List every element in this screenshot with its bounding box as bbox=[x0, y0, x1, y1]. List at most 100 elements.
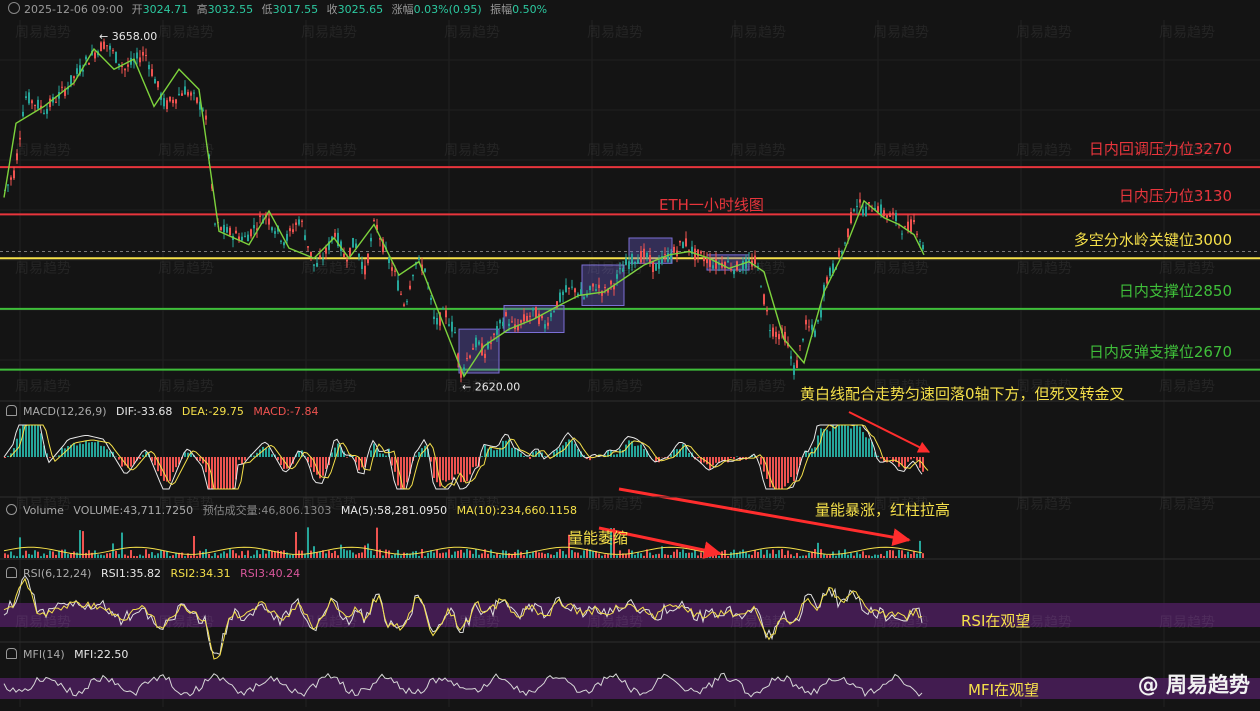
watermark-text: 周易趋势 bbox=[15, 140, 71, 160]
volume-bar bbox=[847, 555, 849, 558]
volume-bar bbox=[109, 553, 111, 558]
volume-bar bbox=[796, 553, 798, 558]
volume-bar bbox=[688, 553, 690, 558]
candle-body bbox=[169, 97, 171, 101]
volume-bar bbox=[601, 556, 603, 558]
candle-body bbox=[289, 228, 291, 231]
macd-histogram-bar bbox=[241, 457, 243, 464]
low-value: 3017.55 bbox=[273, 3, 319, 16]
candle-body bbox=[871, 211, 873, 212]
open-value: 3024.71 bbox=[143, 3, 189, 16]
rsi-header: RSI(6,12,24) RSI1:35.82 RSI2:34.31 RSI3:… bbox=[6, 566, 306, 582]
macd-histogram-bar bbox=[445, 457, 447, 482]
volume-bar bbox=[241, 551, 243, 558]
watermark-text: 周易趋势 bbox=[587, 22, 643, 42]
candle-body bbox=[526, 316, 528, 321]
volume-bar bbox=[121, 533, 123, 558]
volume-bar bbox=[499, 555, 501, 558]
candle-body bbox=[475, 338, 477, 348]
volume-bar bbox=[220, 553, 222, 558]
candle-body bbox=[157, 81, 159, 87]
volume-bar bbox=[145, 549, 147, 558]
candle-body bbox=[250, 229, 252, 236]
candle-body bbox=[853, 209, 855, 211]
volume-panel bbox=[4, 527, 924, 558]
volume-bar bbox=[547, 553, 549, 558]
macd-histogram-bar bbox=[298, 452, 300, 457]
macd-histogram-bar bbox=[784, 457, 786, 486]
volume-bar bbox=[565, 554, 567, 558]
bell-icon[interactable] bbox=[6, 405, 17, 416]
mfi-name: MFI(14) bbox=[23, 648, 65, 661]
candle-body bbox=[496, 326, 498, 335]
volume-bar bbox=[901, 550, 903, 558]
macd-histogram-bar bbox=[100, 446, 102, 457]
volume-bar bbox=[316, 552, 318, 558]
candle-body bbox=[583, 297, 585, 299]
candle-body bbox=[547, 323, 549, 326]
macd-histogram-bar bbox=[334, 448, 336, 457]
candle-body bbox=[412, 275, 414, 276]
candle-body bbox=[451, 322, 453, 332]
eth-hourly-chart[interactable]: ← 3658.00← 2620.00 bbox=[0, 0, 1260, 707]
watermark-text: 周易趋势 bbox=[873, 258, 929, 278]
macd-histogram-bar bbox=[880, 457, 882, 459]
macd-histogram-bar bbox=[781, 457, 783, 489]
volume-bar bbox=[643, 556, 645, 558]
volume-bar bbox=[274, 552, 276, 558]
volume-bar bbox=[229, 549, 231, 558]
candle-body bbox=[433, 317, 435, 319]
macd-histogram-bar bbox=[223, 457, 225, 489]
volume-bar bbox=[604, 554, 606, 558]
volume-bar bbox=[874, 555, 876, 558]
volume-bar bbox=[691, 553, 693, 558]
macd-histogram-bar bbox=[442, 457, 444, 480]
candle-body bbox=[352, 238, 354, 248]
macd-histogram-bar bbox=[118, 457, 120, 460]
volume-bar bbox=[514, 552, 516, 558]
volume-bar bbox=[814, 549, 816, 558]
candle-body bbox=[703, 258, 705, 261]
candle-body bbox=[88, 63, 90, 65]
candle-body bbox=[820, 310, 822, 317]
volume-bar bbox=[37, 552, 39, 558]
volume-bar bbox=[115, 551, 117, 558]
macd-histogram-bar bbox=[484, 445, 486, 457]
volume-bar bbox=[526, 550, 528, 558]
volume-bar bbox=[697, 555, 699, 558]
macd-dif: DIF:-33.68 bbox=[116, 405, 172, 418]
volume-bar bbox=[163, 551, 165, 558]
macd-histogram-bar bbox=[139, 457, 141, 459]
candle-body bbox=[403, 304, 405, 305]
volume-bar bbox=[160, 550, 162, 558]
candle-body bbox=[679, 241, 681, 242]
candle-body bbox=[118, 64, 120, 66]
volume-bar bbox=[700, 552, 702, 558]
bell-icon[interactable] bbox=[6, 648, 17, 659]
volume-bar bbox=[400, 555, 402, 558]
candle-body bbox=[163, 98, 165, 106]
candle-body bbox=[571, 287, 573, 288]
volume-ma10: MA(10):234,660.1158 bbox=[457, 504, 577, 517]
volume-bar bbox=[349, 550, 351, 558]
macd-histogram-bar bbox=[172, 457, 174, 472]
volume-bar bbox=[100, 555, 102, 558]
eye-icon[interactable] bbox=[6, 504, 17, 515]
candle-body bbox=[223, 225, 225, 232]
macd-histogram-bar bbox=[49, 457, 51, 458]
volume-bar bbox=[238, 555, 240, 558]
macd-histogram-bar bbox=[226, 457, 228, 489]
candle-body bbox=[715, 259, 717, 269]
watermark-text: 周易趋势 bbox=[873, 22, 929, 42]
candle-body bbox=[817, 320, 819, 322]
macd-histogram-bar bbox=[31, 425, 33, 457]
volume-bar bbox=[898, 550, 900, 558]
volume-bar bbox=[427, 553, 429, 558]
bell-icon[interactable] bbox=[6, 567, 17, 578]
candle-body bbox=[244, 236, 246, 237]
level-label: 日内回调压力位3270 bbox=[1089, 138, 1232, 159]
watermark-text: 周易趋势 bbox=[730, 140, 786, 160]
volume-bar bbox=[787, 551, 789, 558]
candle-body bbox=[154, 79, 156, 83]
watermark-text: 周易趋势 bbox=[730, 22, 786, 42]
